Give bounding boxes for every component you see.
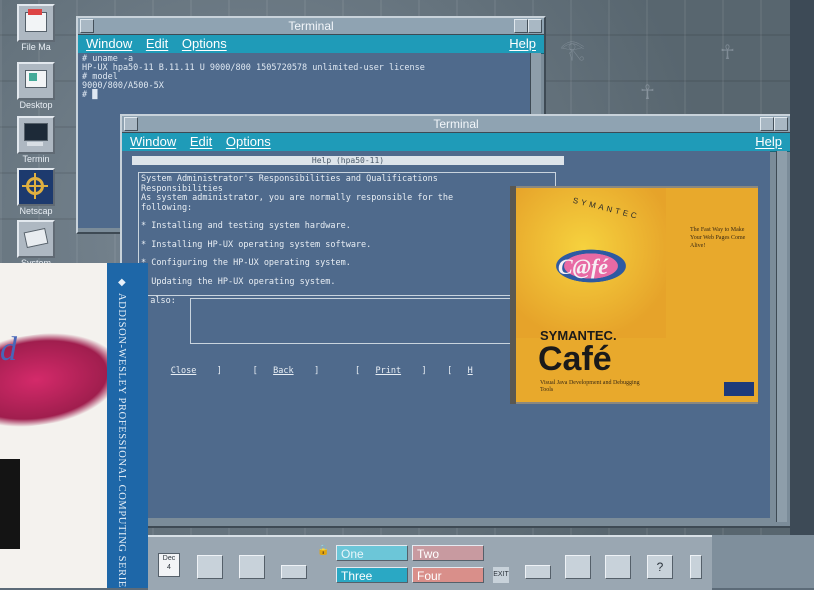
- text-editor-icon: [605, 555, 631, 579]
- window-menubar: Window Edit Options Help: [122, 133, 790, 152]
- panel-slot[interactable]: [678, 545, 712, 581]
- maximize-button[interactable]: [774, 117, 788, 131]
- app-manager-icon: [565, 555, 591, 579]
- netscape-wheel-icon: [17, 168, 55, 206]
- desktop-icon-label: File Ma: [21, 42, 51, 52]
- see-also-list[interactable]: [190, 298, 562, 344]
- cafe-cd-box-photo: SYMANTEC C@fé The Fast Way to Make Your …: [510, 186, 758, 404]
- workspace-four-button[interactable]: Four: [412, 567, 484, 583]
- cafe-logo-text: C@fé: [558, 254, 609, 279]
- menu-window[interactable]: Window: [86, 36, 132, 51]
- window-menu-button[interactable]: [80, 19, 94, 33]
- panel-slot[interactable]: ?: [642, 545, 676, 581]
- style-manager-icon: [239, 555, 265, 579]
- help-button-row: Close ] [ Back ] [ Print ] [ H: [140, 356, 560, 386]
- desktop-icon: [17, 62, 55, 100]
- book-starfield-art: [0, 459, 20, 549]
- lock-icon[interactable]: 🔒: [317, 545, 329, 556]
- window-menu-button[interactable]: [124, 117, 138, 131]
- window-title: Terminal: [433, 117, 479, 131]
- menu-help[interactable]: Help: [755, 133, 782, 151]
- help-icon: ?: [647, 555, 673, 579]
- help-text-pane[interactable]: System Administrator's Responsibilities …: [138, 172, 556, 296]
- menu-edit[interactable]: Edit: [190, 134, 212, 149]
- help-intro: As system administrator, you are normall…: [141, 193, 454, 213]
- window-title: Terminal: [288, 19, 334, 33]
- file-manager-icon: [17, 4, 55, 42]
- front-panel-edge: [712, 535, 814, 588]
- book-spine-text: ADDISON-WESLEY PROFESSIONAL COMPUTING SE…: [116, 293, 127, 588]
- back-button[interactable]: [ Back ]: [222, 366, 320, 376]
- menu-options[interactable]: Options: [182, 36, 227, 51]
- terminal-line: HP-UX hpa50-11 B.11.11 U 9000/800 150572…: [82, 63, 425, 73]
- calendar-icon[interactable]: Dec 4: [158, 553, 180, 577]
- menu-help[interactable]: Help: [509, 35, 536, 53]
- book-title-fragment: d: [0, 331, 17, 368]
- panel-slot[interactable]: [600, 545, 634, 581]
- window-menubar: Window Edit Options Help: [78, 35, 544, 54]
- panel-slot[interactable]: [520, 545, 554, 581]
- desktop-icon-file-manager[interactable]: File Ma: [14, 4, 58, 56]
- desktop-icon-label: Desktop: [19, 100, 53, 110]
- help-bullet: * Installing HP-UX operating system soft…: [141, 239, 372, 250]
- trash-icon: [690, 555, 702, 579]
- cd-version-label: [724, 382, 754, 396]
- desktop-icon-label: Netscap: [19, 206, 53, 216]
- terminal-prompt: # █: [82, 90, 98, 100]
- help-dialog-title: Help (hpa50-11): [132, 156, 564, 165]
- minimize-button[interactable]: [760, 117, 774, 131]
- desktop-icon-terminal[interactable]: Termin: [14, 116, 58, 168]
- window-titlebar[interactable]: Terminal: [78, 18, 544, 35]
- printer-icon: [525, 565, 551, 579]
- help-dialog: Help (hpa50-11) System Administrator's R…: [128, 154, 568, 376]
- desktop-icon-desktop[interactable]: Desktop: [14, 62, 58, 114]
- vertical-scrollbar[interactable]: [776, 151, 787, 522]
- hieroglyph-decoration: ☥: [720, 40, 735, 64]
- book-cover-photo: d ◆ ADDISON-WESLEY PROFESSIONAL COMPUTIN…: [0, 263, 148, 588]
- more-button[interactable]: [ H: [427, 366, 473, 376]
- print-button[interactable]: [ Print ]: [319, 366, 427, 376]
- hieroglyph-decoration: 𓂀: [560, 37, 585, 61]
- cd-subtitle: Visual Java Development and Debugging To…: [540, 380, 640, 393]
- close-button[interactable]: Close ]: [160, 366, 222, 376]
- file-manager-icon: [197, 555, 223, 579]
- panel-slot[interactable]: [276, 545, 310, 581]
- help-bullet: * Updating the HP-UX operating system.: [141, 276, 336, 287]
- help-bullet: * Installing and testing system hardware…: [141, 221, 351, 231]
- minimize-button[interactable]: [514, 19, 528, 33]
- panel-slot[interactable]: [192, 545, 226, 581]
- terminal-icon: [17, 116, 55, 154]
- book-spine: [107, 263, 148, 588]
- hieroglyph-decoration: ☥: [640, 80, 655, 104]
- front-panel: Dec 4 🔒 One Two Three Four EXIT ?: [148, 535, 712, 590]
- system-icon: [17, 220, 55, 258]
- desktop-edge: [790, 0, 814, 588]
- menu-options[interactable]: Options: [226, 134, 271, 149]
- workspace-two-button[interactable]: Two: [412, 545, 484, 561]
- printer-icon: [281, 565, 307, 579]
- exit-button[interactable]: EXIT: [493, 567, 509, 583]
- cd-title: Café: [538, 340, 612, 378]
- terminal-line: 9000/800/A500-5X: [82, 81, 164, 91]
- window-titlebar[interactable]: Terminal: [122, 116, 790, 133]
- maximize-button[interactable]: [528, 19, 542, 33]
- cd-blurb: The Fast Way to Make Your Web Pages Come…: [690, 227, 746, 249]
- workspace-one-button[interactable]: One: [336, 545, 408, 561]
- desktop-icon-label: Termin: [22, 154, 50, 164]
- panel-slot[interactable]: [560, 545, 594, 581]
- menu-edit[interactable]: Edit: [146, 36, 168, 51]
- help-bullet: * Configuring the HP-UX operating system…: [141, 258, 351, 268]
- diamond-icon: ◆: [118, 277, 126, 288]
- desktop-icon-netscape[interactable]: Netscap: [14, 168, 58, 220]
- panel-slot[interactable]: [234, 545, 268, 581]
- workspace-three-button[interactable]: Three: [336, 567, 408, 583]
- menu-window[interactable]: Window: [130, 134, 176, 149]
